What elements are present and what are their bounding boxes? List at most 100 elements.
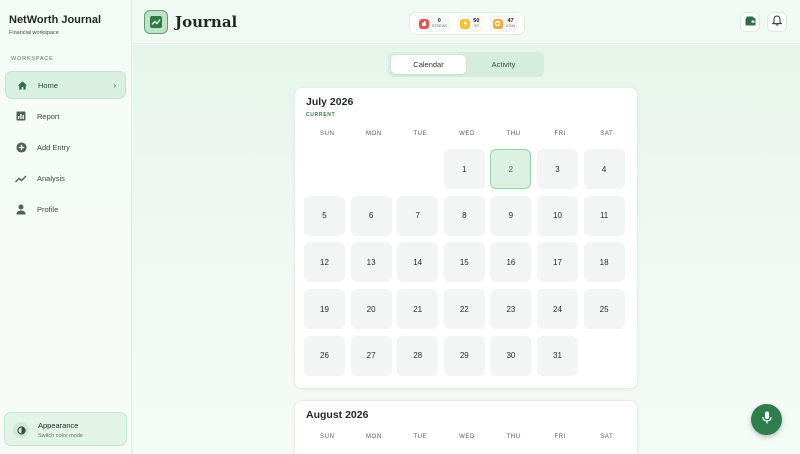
weekday-header: SUN MON TUE WED THU FRI SAT <box>304 434 630 440</box>
calendar-day[interactable]: 4 <box>583 149 625 189</box>
notifications-button[interactable] <box>767 12 787 32</box>
weekday-label: SUN <box>320 434 335 440</box>
sidebar-item-label: Add Entry <box>37 142 70 152</box>
calendar-day[interactable]: 9 <box>490 195 532 236</box>
calendar-day[interactable]: 7 <box>397 195 439 236</box>
calendar-day[interactable]: 16 <box>490 242 532 283</box>
sidebar-item-add-entry[interactable]: Add Entry <box>5 133 126 161</box>
calendar-day[interactable]: 30 <box>490 335 532 376</box>
weekday-label: WED <box>459 434 475 440</box>
bolt-icon <box>460 18 471 29</box>
calendar-day[interactable]: 8 <box>443 195 485 236</box>
calendar-day[interactable]: 10 <box>537 195 578 236</box>
report-icon <box>15 110 27 122</box>
calendar-day[interactable]: 28 <box>397 335 439 376</box>
section-label: WORKSPACE <box>11 56 54 62</box>
brand-subtitle: Financial workspace <box>9 30 59 36</box>
stat-label: XP <box>473 24 479 28</box>
main-content: Calendar Activity July 2026 CURRENT SUN … <box>133 45 800 454</box>
calendar-day[interactable]: 17 <box>537 242 578 283</box>
chevron-right-icon: › <box>113 81 116 90</box>
weekday-label: MON <box>365 434 382 440</box>
calendar-day[interactable]: 19 <box>304 289 345 330</box>
microphone-icon <box>761 411 772 429</box>
coin-icon <box>492 18 503 29</box>
wallet-button[interactable] <box>740 12 760 32</box>
trend-icon <box>15 173 27 185</box>
calendar-day[interactable]: 5 <box>304 195 345 236</box>
calendar-day[interactable]: 27 <box>350 335 392 376</box>
weekday-label: SUN <box>320 131 335 137</box>
calendar-day[interactable]: 13 <box>350 242 392 283</box>
calendar-day[interactable]: 3 <box>537 149 578 189</box>
contrast-icon <box>13 422 29 438</box>
wallet-icon <box>745 13 756 31</box>
appearance-toggle[interactable]: Appearance Switch color mode <box>4 412 127 446</box>
appearance-subtitle: Switch color mode <box>38 433 83 439</box>
stat-label: COIN <box>505 24 516 28</box>
page-title: Journal <box>175 13 238 31</box>
stat-coin: 47 COIN <box>489 15 519 32</box>
user-icon <box>15 204 27 216</box>
weekday-label: TUE <box>413 131 428 137</box>
view-tabs: Calendar Activity <box>388 52 544 77</box>
weekday-label: SAT <box>600 434 614 440</box>
weekday-label: WED <box>459 131 475 137</box>
calendar-day[interactable]: 21 <box>397 289 439 330</box>
calendar-day[interactable]: 22 <box>443 289 485 330</box>
month-card-july: July 2026 CURRENT SUN MON TUE WED THU FR… <box>294 87 638 389</box>
sidebar-nav: Home › Report Add Entry Analysis Profile <box>5 71 126 227</box>
weekday-label: TUE <box>413 434 428 440</box>
appearance-title: Appearance <box>38 421 79 430</box>
add-circle-icon <box>15 141 27 153</box>
month-title: July 2026 <box>306 96 354 108</box>
stat-label: STREAK <box>431 24 447 28</box>
home-icon <box>16 79 28 91</box>
brand-title: NetWorth Journal <box>9 14 102 26</box>
calendar-day[interactable]: 12 <box>304 242 345 283</box>
sidebar-item-home[interactable]: Home › <box>5 71 126 99</box>
weekday-label: SAT <box>600 131 614 137</box>
weekday-label: THU <box>506 434 521 440</box>
tab-calendar[interactable]: Calendar <box>391 55 466 74</box>
journal-logo-icon <box>144 10 168 34</box>
bell-icon <box>771 13 783 31</box>
calendar-day[interactable]: 25 <box>583 289 625 330</box>
weekday-label: THU <box>506 131 521 137</box>
sidebar-item-profile[interactable]: Profile <box>5 196 126 224</box>
weekday-label: FRI <box>554 434 566 440</box>
calendar-day[interactable]: 29 <box>443 335 485 376</box>
calendar-day[interactable]: 23 <box>490 289 532 330</box>
stat-streak: 0 STREAK <box>415 15 450 32</box>
calendar-day[interactable]: 11 <box>583 195 625 236</box>
current-badge: CURRENT <box>306 112 336 118</box>
stats-bar: 0 STREAK 50 XP 47 COIN <box>409 12 525 35</box>
sidebar: NetWorth Journal Financial workspace WOR… <box>0 0 132 454</box>
calendar-day[interactable]: 20 <box>350 289 392 330</box>
sidebar-item-label: Analysis <box>37 174 65 184</box>
sidebar-item-label: Profile <box>37 205 59 215</box>
calendar-day[interactable]: 26 <box>304 335 345 376</box>
sidebar-item-label: Home <box>38 80 59 90</box>
month-title: August 2026 <box>306 409 369 421</box>
calendar-day[interactable]: 1 <box>443 149 485 189</box>
sidebar-item-label: Report <box>37 111 60 121</box>
top-header: Journal 0 STREAK 50 XP 47 COIN <box>133 0 800 44</box>
voice-input-button[interactable] <box>751 404 782 435</box>
calendar-day[interactable]: 24 <box>537 289 578 330</box>
weekday-header: SUN MON TUE WED THU FRI SAT <box>304 131 630 137</box>
tab-activity[interactable]: Activity <box>466 55 541 74</box>
sidebar-item-report[interactable]: Report <box>5 102 126 130</box>
calendar-day[interactable]: 14 <box>397 242 439 283</box>
calendar-day-today[interactable]: 2 <box>490 149 532 189</box>
sidebar-item-analysis[interactable]: Analysis <box>5 165 126 193</box>
calendar-day[interactable]: 31 <box>537 335 578 376</box>
calendar-day[interactable]: 15 <box>443 242 485 283</box>
calendar-day[interactable]: 6 <box>350 195 392 236</box>
weekday-label: MON <box>365 131 382 137</box>
stat-xp: 50 XP <box>457 15 483 32</box>
weekday-label: FRI <box>554 131 566 137</box>
month-card-august: August 2026 SUN MON TUE WED THU FRI SAT <box>294 400 638 454</box>
calendar-day[interactable]: 18 <box>583 242 625 283</box>
flame-icon <box>418 18 429 29</box>
